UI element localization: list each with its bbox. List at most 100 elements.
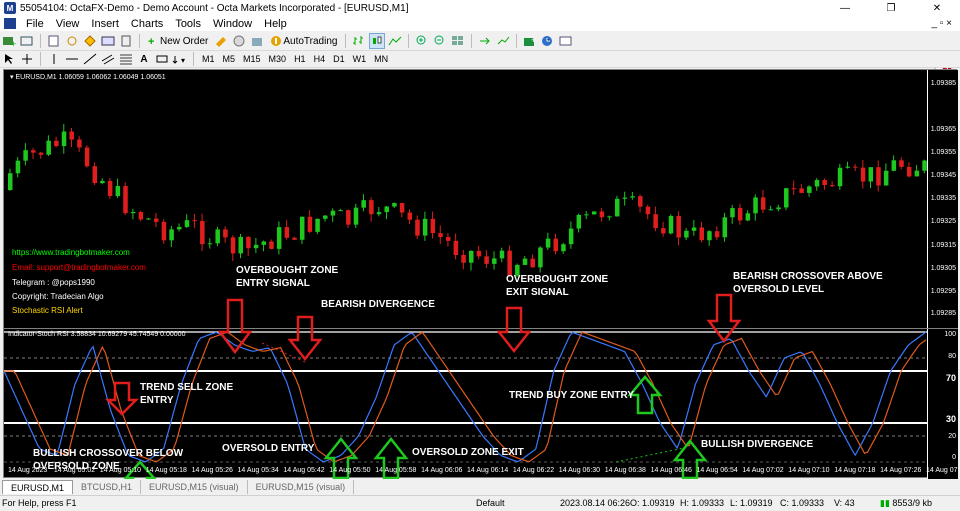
candle-body [146,218,151,220]
candle-body [499,250,505,259]
candle-body [8,173,13,190]
candle-body [153,218,159,222]
candle-body [61,131,67,147]
trendline-icon[interactable] [82,51,98,67]
candle-body [522,258,528,265]
timeframe-h4[interactable]: H4 [310,54,330,64]
time-axis[interactable]: 14 Aug 2023 14 Aug 05:02 14 Aug 05:10 14 Au… [4,466,960,479]
market-icon[interactable] [249,33,265,49]
channel-icon[interactable] [100,51,116,67]
timeframe-h1[interactable]: H1 [290,54,310,64]
candle-body [891,160,897,171]
candle-body [591,211,597,215]
candle-body [184,220,190,227]
timeframe-m30[interactable]: M30 [265,54,291,64]
timeframe-m1[interactable]: M1 [198,54,219,64]
zoom-in-icon[interactable] [414,33,430,49]
candle-body [292,237,297,240]
text-tool-icon[interactable]: A [136,51,152,67]
data-window-icon[interactable] [64,33,80,49]
crosshair-icon[interactable] [19,51,35,67]
arrows-tool-icon[interactable]: ▾ [172,51,188,67]
price-label: 1.09385 [930,80,956,87]
price-label: 1.09365 [930,126,956,133]
label-tool-icon[interactable] [154,51,170,67]
candle-body [438,233,443,238]
menu-tools[interactable]: Tools [169,18,207,30]
time-label: 14 Aug 2023 [8,467,48,474]
candlestick-icon[interactable] [369,33,386,49]
tab-eurusd-m1[interactable]: EURUSD,M1 [2,480,74,494]
tab-eurusd-m15-visual-2[interactable]: EURUSD,M15 (visual) [248,480,355,494]
candle-body [714,231,720,238]
candle-body [576,214,582,229]
menu-file[interactable]: File [20,18,50,30]
chart-shift-icon[interactable] [477,33,493,49]
candle-body [77,139,82,148]
tab-eurusd-m15-visual[interactable]: EURUSD,M15 (visual) [141,480,248,494]
candle-body [730,208,735,218]
menu-bar: File View Insert Charts Tools Window Hel… [0,16,960,31]
chart-window[interactable]: ▾ EURUSD,M1 1.06059 1.06062 1.06049 1.06… [3,69,960,479]
time-label: 14 Aug 07:18 [834,467,876,474]
fibonacci-icon[interactable] [118,51,134,67]
menu-insert[interactable]: Insert [85,18,125,30]
vertical-line-icon[interactable] [46,51,62,67]
minimize-button[interactable]: — [822,0,868,16]
candle-body [415,219,420,236]
maximize-button[interactable]: ❐ [868,0,914,16]
mdi-controls[interactable]: _ ▫ × [931,18,952,29]
navigator-icon[interactable] [82,33,98,49]
tile-windows-icon[interactable] [450,33,466,49]
candle-body [737,208,743,221]
templates-icon[interactable] [558,33,574,49]
candle-body [484,256,489,264]
line-chart-icon[interactable] [387,33,403,49]
profiles-icon[interactable] [19,33,35,49]
metaeditor-icon[interactable] [213,33,229,49]
zoom-out-icon[interactable] [432,33,448,49]
menu-help[interactable]: Help [258,18,293,30]
timeframe-m15[interactable]: M15 [239,54,265,64]
candle-body [661,228,666,234]
candle-body [422,218,428,236]
menu-charts[interactable]: Charts [125,18,169,30]
indicators-icon[interactable]: + [522,33,538,49]
candle-body [630,196,635,198]
candle-body [407,212,413,220]
market-watch-icon[interactable] [46,33,62,49]
new-chart-icon[interactable]: + [1,33,17,49]
autoscroll-icon[interactable] [495,33,511,49]
time-label: 14 Aug 07:26 [880,467,922,474]
timeframe-mn[interactable]: MN [370,54,392,64]
autotrading-button[interactable]: AutoTrading [267,33,340,49]
periods-icon[interactable] [540,33,556,49]
signals-icon[interactable] [231,33,247,49]
menu-view[interactable]: View [50,18,86,30]
cursor-icon[interactable] [1,51,17,67]
bar-chart-icon[interactable] [351,33,367,49]
timeframe-m5[interactable]: M5 [219,54,240,64]
annotation-bearish-divergence: BEARISH DIVERGENCE [321,299,435,310]
timeframe-w1[interactable]: W1 [349,54,371,64]
candle-body [799,188,804,193]
timeframe-d1[interactable]: D1 [329,54,349,64]
menu-window[interactable]: Window [207,18,258,30]
candle-body [215,229,220,244]
strategy-tester-icon[interactable] [118,33,134,49]
close-button[interactable]: ✕ [914,0,960,16]
candle-body [507,250,512,276]
candle-body [722,217,728,238]
horizontal-line-icon[interactable] [64,51,80,67]
new-order-button[interactable]: + New Order [145,33,211,49]
svg-text:▾: ▾ [181,56,185,65]
title-bar: M 55054104: OctaFX-Demo - Demo Account -… [0,0,960,16]
tab-btcusd-h1[interactable]: BTCUSD,H1 [73,480,142,494]
candle-body [622,197,628,199]
time-label: 14 Aug 05:10 [99,467,142,474]
annotation-oversold-exit: OVERSOLD ZONE EXIT [412,447,524,458]
candle-body [469,250,474,263]
candle-body [376,212,382,215]
terminal-icon[interactable] [100,33,116,49]
candle-body [138,212,144,220]
